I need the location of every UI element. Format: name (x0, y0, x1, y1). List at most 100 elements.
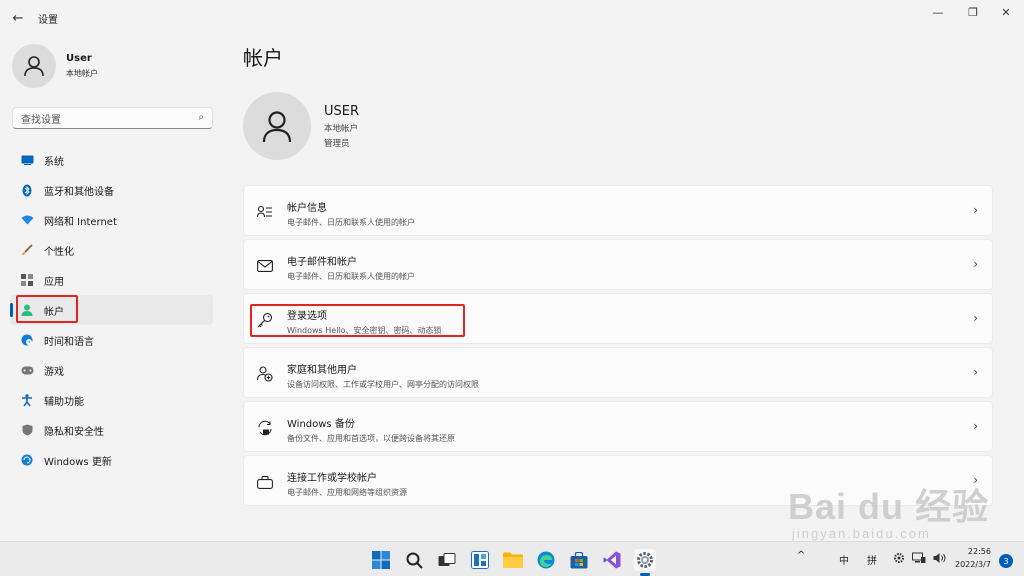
profile-name: User (66, 53, 92, 64)
search-input[interactable] (13, 110, 183, 131)
edge-icon[interactable] (535, 549, 557, 571)
card-title: 家庭和其他用户 (287, 365, 357, 376)
update-icon (20, 453, 34, 467)
avatar (12, 44, 56, 88)
card-description: 电子邮件、日历和联系人使用的帐户 (287, 218, 415, 227)
sidebar-item-accessibility[interactable]: 辅助功能 (10, 385, 213, 415)
key-icon (256, 311, 274, 329)
tray-overflow-icon[interactable]: ^ (797, 550, 805, 561)
baidu-watermark: Bai du 经验 jingyan.baidu.com (788, 478, 989, 541)
user-avatar[interactable] (243, 92, 311, 160)
gamepad-icon (20, 363, 34, 377)
chevron-right-icon: › (973, 365, 978, 379)
apps-icon (20, 273, 34, 287)
bluetooth-icon (20, 183, 34, 197)
watermark-logo: Bai du 经验 (788, 486, 990, 527)
card-family-other-users[interactable]: 家庭和其他用户 设备访问权限、工作或学校用户、网亭分配的访问权限 › (243, 347, 993, 398)
ime-language-indicator[interactable]: 中 (839, 552, 849, 567)
sidebar-item-label: 时间和语言 (44, 336, 94, 348)
user-role: 管理员 (324, 139, 350, 149)
back-button[interactable]: ← (8, 8, 28, 28)
task-view-icon[interactable] (436, 549, 458, 571)
chevron-right-icon: › (973, 203, 978, 217)
highlight-box (16, 295, 78, 323)
ime-mode-indicator[interactable]: 拼 (867, 552, 877, 567)
person-icon (24, 56, 44, 77)
user-name: USER (324, 104, 360, 119)
sidebar-item-label: 个性化 (44, 246, 74, 258)
chevron-right-icon: › (973, 257, 978, 271)
person-icon (262, 111, 292, 143)
card-description: 设备访问权限、工作或学校用户、网亭分配的访问权限 (287, 380, 479, 389)
sidebar-item-label: 应用 (44, 276, 64, 288)
minimize-button[interactable]: — (922, 4, 954, 20)
system-clock[interactable]: 22:56 2022/3/7 (955, 545, 991, 571)
close-button[interactable]: ✕ (990, 4, 1022, 20)
ime-settings-icon[interactable] (893, 552, 905, 567)
card-description: 电子邮件、日历和联系人使用的帐户 (287, 272, 415, 281)
file-explorer-icon[interactable] (502, 549, 524, 571)
card-email-accounts[interactable]: 电子邮件和帐户 电子邮件、日历和联系人使用的帐户 › (243, 239, 993, 290)
sidebar-item-time-language[interactable]: 时间和语言 (10, 325, 213, 355)
wifi-icon (20, 213, 34, 227)
sidebar-item-gaming[interactable]: 游戏 (10, 355, 213, 385)
brush-icon (20, 243, 34, 257)
chevron-right-icon: › (973, 419, 978, 433)
sidebar-item-windows-update[interactable]: Windows 更新 (10, 445, 213, 475)
search-icon[interactable]: ⌕ (198, 112, 204, 123)
sidebar-item-label: 辅助功能 (44, 396, 84, 408)
clock-time: 22:56 (967, 547, 991, 556)
user-info: USER 本地帐户 管理员 (324, 104, 359, 149)
sidebar-item-apps[interactable]: 应用 (10, 265, 213, 295)
card-description: 电子邮件、应用和网络等组织资源 (287, 488, 407, 497)
card-title: 电子邮件和帐户 (287, 257, 357, 268)
sidebar-item-label: Windows 更新 (44, 456, 112, 468)
card-description: 备份文件、应用和首选项，以便跨设备将其还原 (287, 434, 455, 443)
sidebar-item-personalization[interactable]: 个性化 (10, 235, 213, 265)
card-description: Windows Hello、安全密钥、密码、动态锁 (287, 326, 442, 335)
start-icon[interactable] (370, 549, 392, 571)
sidebar-item-accounts[interactable]: 帐户 (10, 295, 213, 325)
sidebar-item-label: 游戏 (44, 366, 64, 378)
sidebar-nav: 系统 蓝牙和其他设备 网络和 Internet 个性化 应用 帐户 时间和语言 … (10, 145, 213, 475)
sidebar-item-label: 系统 (44, 156, 64, 168)
sidebar-profile[interactable]: User 本地帐户 (12, 44, 98, 88)
visual-studio-icon[interactable] (601, 549, 623, 571)
card-title: 连接工作或学校帐户 (287, 473, 377, 484)
system-icon (20, 153, 34, 167)
accessibility-icon (20, 393, 34, 407)
settings-icon[interactable] (634, 549, 656, 571)
family-icon (256, 365, 274, 383)
person-info-icon (256, 203, 274, 221)
chevron-right-icon: › (973, 311, 978, 325)
sidebar-item-privacy[interactable]: 隐私和安全性 (10, 415, 213, 445)
card-title: 登录选项 (287, 311, 327, 322)
card-account-info[interactable]: 帐户信息 电子邮件、日历和联系人使用的帐户 › (243, 185, 993, 236)
sidebar-item-bluetooth[interactable]: 蓝牙和其他设备 (10, 175, 213, 205)
title-bar: ← 设置 — ❐ ✕ (0, 0, 1024, 36)
shield-icon (20, 423, 34, 437)
taskbar: ^ 中 拼 22:56 2022/3/7 3 (0, 541, 1024, 576)
card-windows-backup[interactable]: Windows 备份 备份文件、应用和首选项，以便跨设备将其还原 › (243, 401, 993, 452)
search-icon[interactable] (403, 549, 425, 571)
profile-account-type: 本地帐户 (66, 69, 98, 78)
card-title: Windows 备份 (287, 419, 355, 430)
settings-search[interactable]: ⌕ (12, 107, 213, 131)
maximize-button[interactable]: ❐ (957, 4, 989, 20)
store-icon[interactable] (568, 549, 590, 571)
sidebar-item-label: 网络和 Internet (44, 216, 117, 228)
volume-icon[interactable] (933, 552, 947, 567)
sidebar-item-label: 隐私和安全性 (44, 426, 104, 438)
user-account-type: 本地帐户 (324, 124, 359, 134)
widgets-icon[interactable] (469, 549, 491, 571)
sidebar-item-system[interactable]: 系统 (10, 145, 213, 175)
clock-date: 2022/3/7 (955, 560, 991, 569)
sidebar-item-network[interactable]: 网络和 Internet (10, 205, 213, 235)
page-title: 帐户 (243, 46, 283, 70)
notification-badge[interactable]: 3 (999, 554, 1013, 568)
app-title: 设置 (38, 15, 58, 26)
mail-icon (256, 257, 274, 275)
card-title: 帐户信息 (287, 203, 327, 214)
card-sign-in-options[interactable]: 登录选项 Windows Hello、安全密钥、密码、动态锁 › (243, 293, 993, 344)
network-icon[interactable] (912, 552, 926, 567)
